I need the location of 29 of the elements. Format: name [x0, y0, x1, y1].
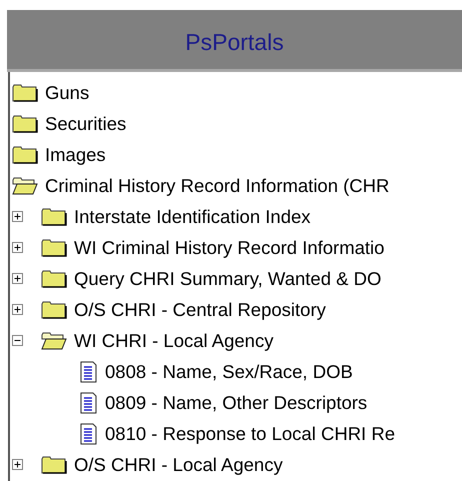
folder-label[interactable]: Query CHRI Summary, Wanted & DO	[74, 268, 382, 290]
expander-icon[interactable]	[12, 459, 23, 470]
folder-label[interactable]: Images	[45, 144, 106, 166]
document-icon	[80, 360, 98, 382]
folder-label[interactable]: O/S CHRI - Central Repository	[74, 298, 326, 320]
expander-icon[interactable]	[12, 304, 23, 315]
folder-icon	[41, 300, 67, 320]
document-link[interactable]: 0810 - Response to Local CHRI Re	[105, 422, 395, 444]
folder-icon	[41, 454, 67, 474]
open-folder-icon	[41, 330, 67, 350]
folder-label[interactable]: WI CHRI - Local Agency	[74, 330, 274, 352]
document-icon	[80, 422, 98, 444]
document-link[interactable]: 0809 - Name, Other Descriptors	[105, 392, 368, 414]
folder-icon	[41, 268, 67, 288]
folder-label[interactable]: Criminal History Record Information (CHR	[45, 174, 390, 196]
expander-icon[interactable]	[12, 335, 23, 346]
folder-label[interactable]: Securities	[45, 112, 126, 134]
expander-icon[interactable]	[12, 273, 23, 284]
folder-icon	[41, 238, 67, 258]
document-link[interactable]: 0808 - Name, Sex/Race, DOB	[105, 360, 353, 382]
document-icon	[80, 392, 98, 414]
expander-icon[interactable]	[12, 211, 23, 222]
folder-label[interactable]: O/S CHRI - Local Agency	[74, 454, 283, 476]
folder-label[interactable]: Guns	[45, 82, 90, 104]
expander-icon[interactable]	[12, 242, 23, 253]
folder-label[interactable]: Interstate Identification Index	[74, 206, 311, 228]
portal-title: PsPortals	[185, 28, 284, 56]
folder-label[interactable]: WI Criminal History Record Informatio	[74, 236, 384, 258]
folder-icon	[41, 206, 67, 226]
